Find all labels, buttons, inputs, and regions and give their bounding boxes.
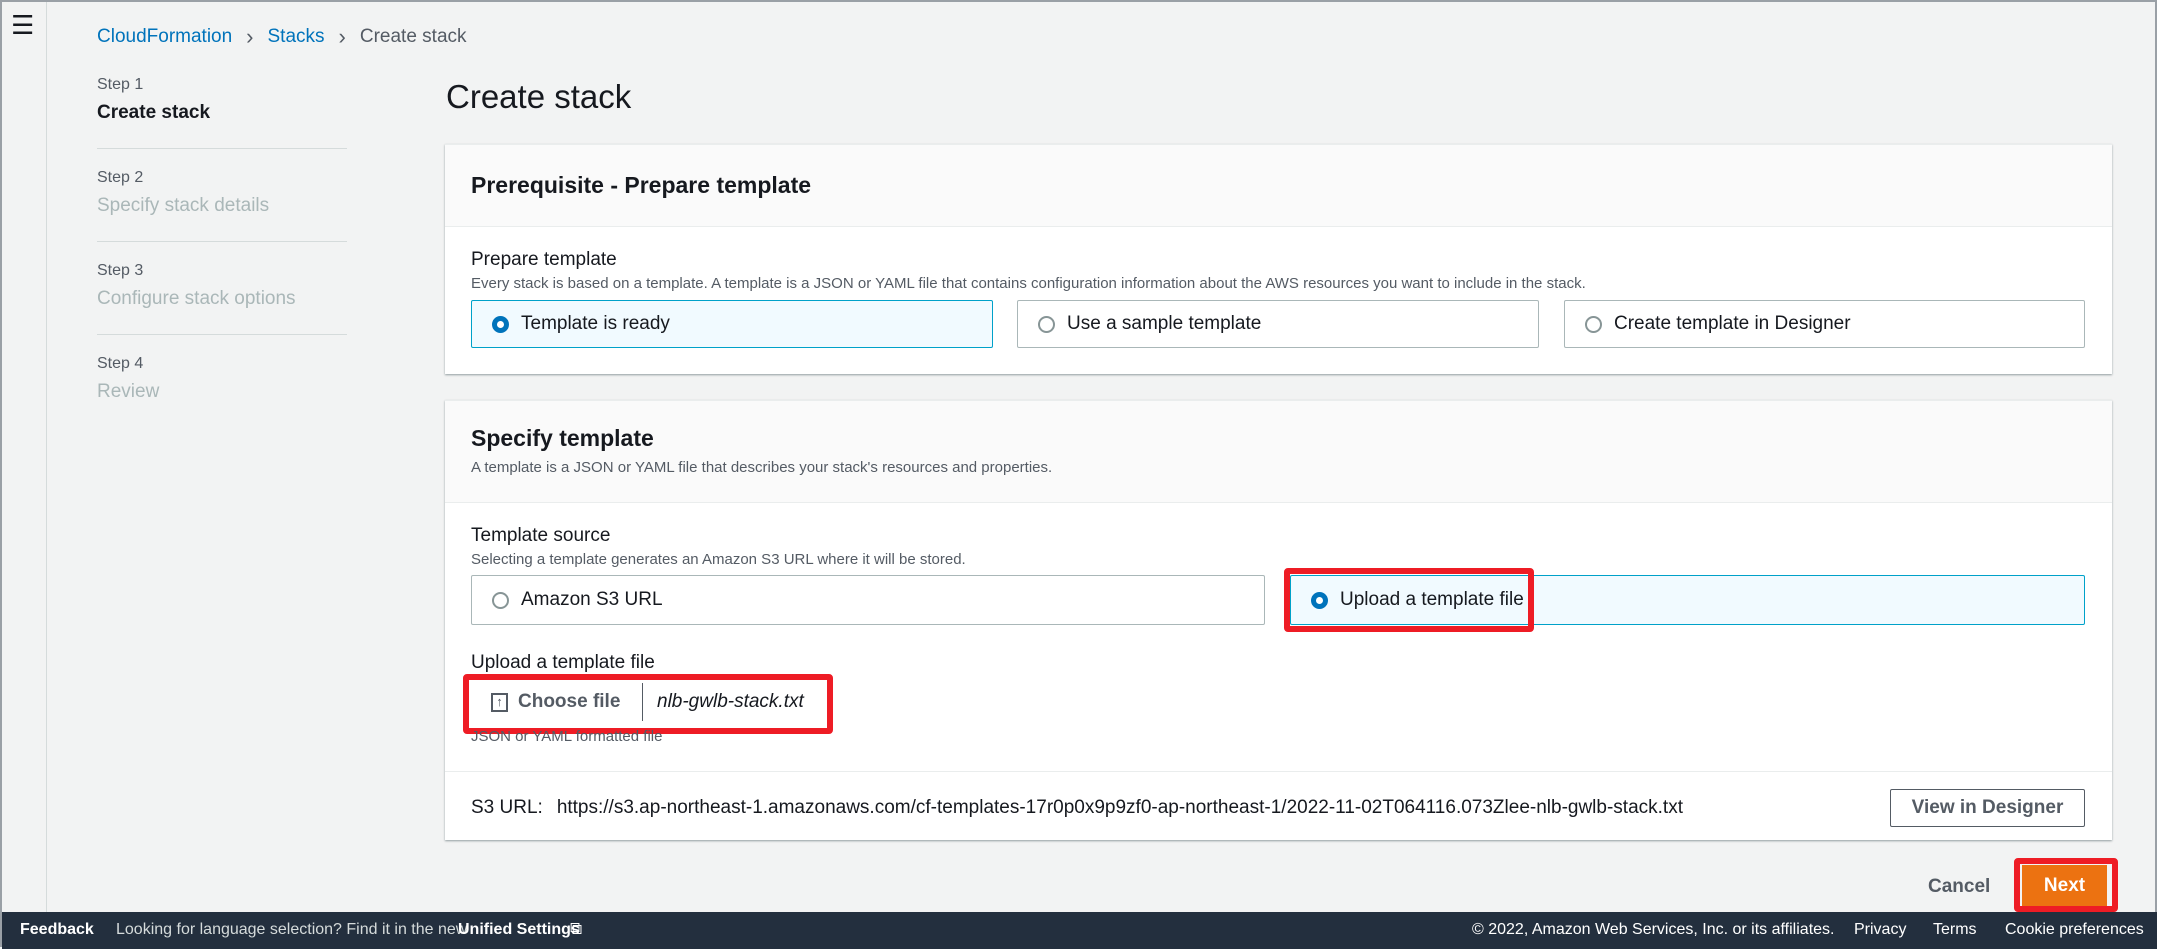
step-1-name: Create stack: [97, 102, 211, 123]
panel-title: Specify template: [471, 425, 654, 451]
s3-url-row: S3 URL: https://s3.ap-northeast-1.amazon…: [471, 797, 1683, 819]
step-1-number: Step 1: [97, 76, 144, 93]
option-s3-url[interactable]: Amazon S3 URL: [471, 575, 1265, 625]
radio-icon[interactable]: [1585, 315, 1602, 333]
option-label: Use a sample template: [1067, 313, 1262, 334]
radio-icon[interactable]: [1038, 315, 1055, 333]
option-label: Create template in Designer: [1614, 313, 1851, 334]
terms-link[interactable]: Terms: [1933, 921, 1977, 939]
page-title: Create stack: [446, 78, 632, 115]
option-template-ready[interactable]: Template is ready: [471, 300, 993, 348]
prerequisite-panel: Prerequisite - Prepare template Prepare …: [445, 144, 2112, 374]
upload-label: Upload a template file: [471, 652, 655, 673]
breadcrumb: CloudFormation › Stacks › Create stack: [97, 24, 467, 50]
divider: [97, 241, 347, 242]
highlight-box: [2014, 858, 2118, 912]
side-nav-strip: [2, 2, 47, 912]
privacy-link[interactable]: Privacy: [1854, 921, 1906, 939]
panel-header: Specify template A template is a JSON or…: [445, 401, 2112, 503]
highlight-box: [1284, 568, 1534, 632]
option-label: Amazon S3 URL: [521, 589, 663, 610]
step-4-name: Review: [97, 381, 160, 402]
breadcrumb-cloudformation[interactable]: CloudFormation: [97, 26, 232, 48]
step-2-number: Step 2: [97, 169, 144, 186]
prepare-template-desc: Every stack is based on a template. A te…: [471, 275, 1586, 292]
option-sample-template[interactable]: Use a sample template: [1017, 300, 1539, 348]
step-4-number: Step 4: [97, 355, 144, 372]
s3-url-label: S3 URL:: [471, 797, 543, 818]
unified-settings-link[interactable]: Unified Settings: [458, 921, 580, 939]
cancel-button[interactable]: Cancel: [1928, 876, 1990, 898]
radio-selected-icon[interactable]: [492, 315, 509, 333]
template-source-desc: Selecting a template generates an Amazon…: [471, 551, 966, 568]
step-3-number: Step 3: [97, 262, 144, 279]
breadcrumb-current: Create stack: [359, 26, 467, 47]
option-designer[interactable]: Create template in Designer: [1564, 300, 2085, 348]
panel-desc: A template is a JSON or YAML file that d…: [471, 459, 1053, 476]
chevron-right-icon: ›: [338, 24, 346, 49]
specify-template-panel: Specify template A template is a JSON or…: [445, 400, 2112, 840]
panel-header: Prerequisite - Prepare template: [445, 145, 2112, 227]
s3-url-value: https://s3.ap-northeast-1.amazonaws.com/…: [556, 797, 1683, 818]
template-source-label: Template source: [471, 525, 611, 546]
breadcrumb-stacks[interactable]: Stacks: [268, 26, 325, 48]
feedback-link[interactable]: Feedback: [20, 921, 94, 939]
cookie-preferences-link[interactable]: Cookie preferences: [2005, 921, 2144, 939]
divider: [97, 334, 347, 335]
highlight-box: [463, 674, 833, 734]
radio-icon[interactable]: [492, 591, 509, 609]
divider: [445, 771, 2112, 772]
upload-hint: JSON or YAML formatted file: [471, 728, 663, 745]
panel-title: Prerequisite - Prepare template: [471, 172, 812, 198]
option-label: Template is ready: [521, 313, 670, 334]
divider: [97, 148, 347, 149]
chevron-right-icon: ›: [246, 24, 254, 49]
hamburger-icon[interactable]: ☰: [11, 10, 34, 41]
step-3-name: Configure stack options: [97, 288, 296, 309]
copyright: © 2022, Amazon Web Services, Inc. or its…: [1472, 921, 1835, 938]
step-2-name: Specify stack details: [97, 195, 270, 216]
language-notice: Looking for language selection? Find it …: [116, 921, 468, 938]
view-in-designer-button[interactable]: View in Designer: [1890, 789, 2085, 827]
footer: Feedback Looking for language selection?…: [2, 912, 2157, 949]
external-link-icon: ⧉: [570, 919, 583, 938]
prepare-template-label: Prepare template: [471, 249, 617, 270]
